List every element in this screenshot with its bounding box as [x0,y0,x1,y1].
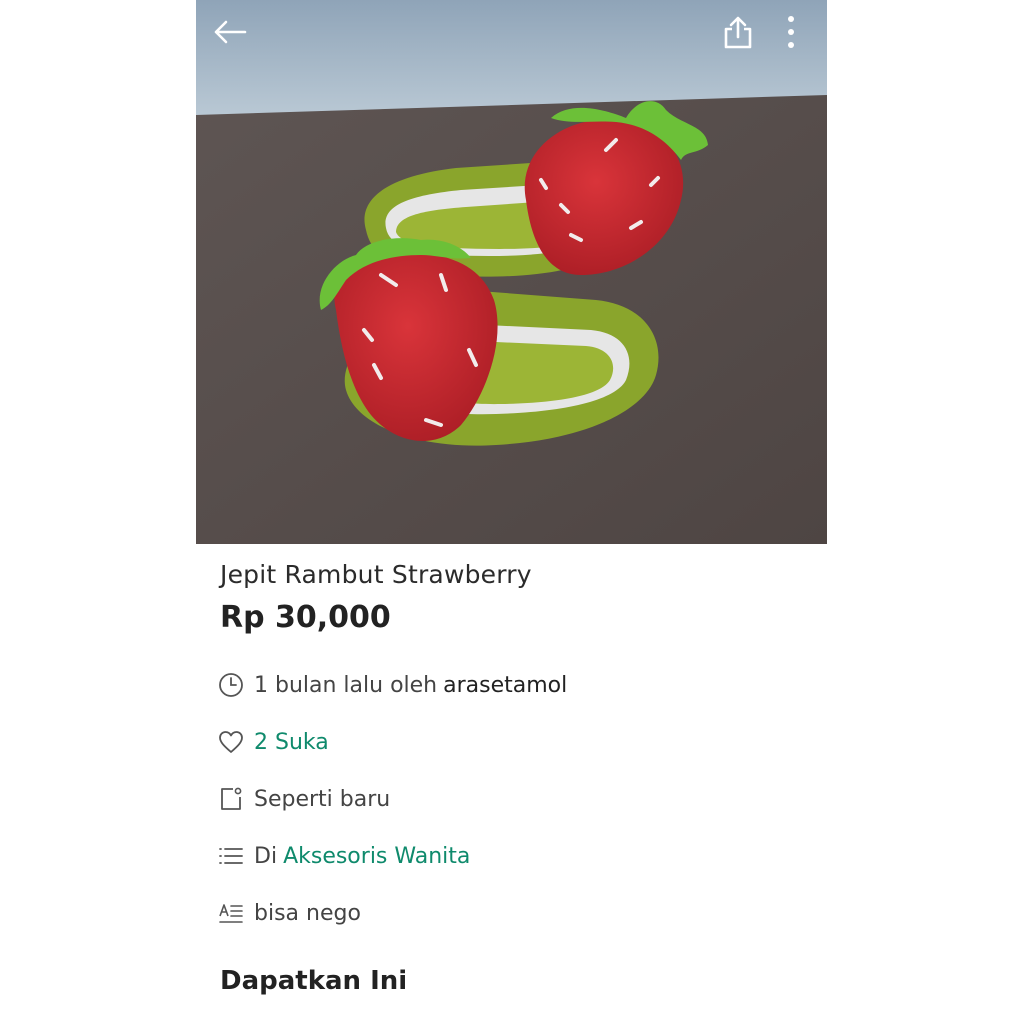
get-this-heading: Dapatkan Ini [220,966,408,996]
condition-text: Seperti baru [254,786,391,812]
share-button[interactable] [718,12,758,52]
seller-name[interactable]: arasetamol [443,673,567,698]
description-text: bisa nego [254,900,361,926]
list-icon [218,843,244,869]
clock-icon [218,672,244,698]
tag-icon [218,786,244,812]
posted-info-row: 1 bulan lalu oleh arasetamol [218,670,567,700]
share-icon [724,16,752,49]
text-description-icon [218,900,244,926]
back-button[interactable] [210,12,250,52]
product-detail-screen: Jepit Rambut Strawberry Rp 30,000 1 bula… [196,0,827,1024]
more-vertical-icon [788,16,794,48]
likes-count[interactable]: 2 Suka [254,730,329,755]
posted-time: 1 bulan lalu oleh [254,672,438,698]
product-price: Rp 30,000 [220,600,391,635]
more-options-button[interactable] [771,12,811,52]
arrow-left-icon [214,20,247,44]
category-link[interactable]: Aksesoris Wanita [283,844,470,869]
description-row: bisa nego [218,898,361,928]
category-prefix: Di [254,843,278,869]
product-title: Jepit Rambut Strawberry [220,560,532,589]
category-row: Di Aksesoris Wanita [218,841,470,871]
condition-row: Seperti baru [218,784,390,814]
heart-icon[interactable] [218,729,244,755]
product-photo[interactable] [196,0,827,544]
likes-row[interactable]: 2 Suka [218,727,329,757]
